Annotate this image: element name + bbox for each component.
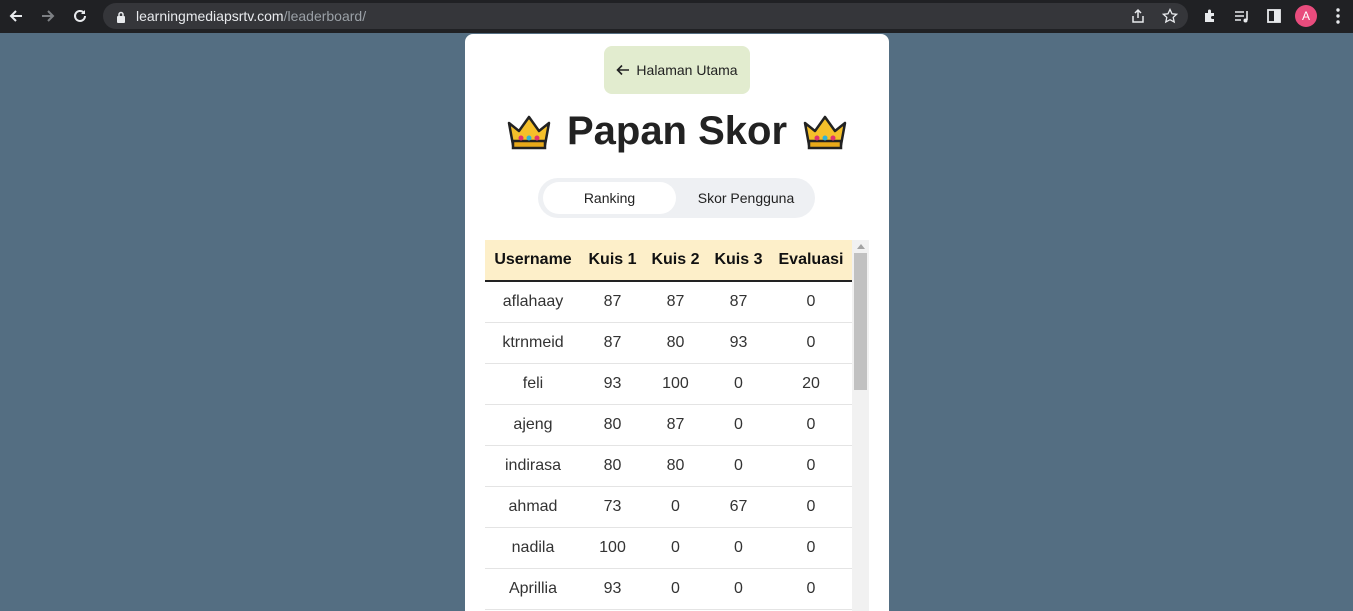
url-text: learningmediapsrtv.com/leaderboard/ xyxy=(136,8,367,24)
table-scrollbar[interactable] xyxy=(852,240,869,611)
score-cell: 0 xyxy=(643,527,707,569)
score-cell: 0 xyxy=(706,363,770,405)
table-row: ajeng 80 87 0 0 xyxy=(485,404,852,446)
score-cell: 93 xyxy=(706,322,770,364)
side-panel-icon[interactable] xyxy=(1263,5,1285,27)
view-toggle: Ranking Skor Pengguna xyxy=(538,178,815,218)
crown-icon xyxy=(507,115,551,150)
username-cell: feli xyxy=(485,363,581,405)
score-cell: 87 xyxy=(706,281,770,323)
leaderboard-card: Halaman Utama Papan Skor Ranking Skor Pe… xyxy=(465,34,889,611)
score-cell: 0 xyxy=(643,486,707,528)
username-cell: ktrnmeid xyxy=(485,322,581,364)
score-cell: 100 xyxy=(581,527,644,569)
column-header: Username xyxy=(485,240,581,282)
table-header-row: Username Kuis 1 Kuis 2 Kuis 3 Evaluasi xyxy=(485,240,852,282)
score-cell: 0 xyxy=(769,404,852,446)
score-cell: 0 xyxy=(769,445,852,487)
address-bar[interactable]: learningmediapsrtv.com/leaderboard/ xyxy=(103,3,1188,29)
scroll-up-arrow-icon[interactable] xyxy=(857,244,865,249)
reload-icon[interactable] xyxy=(69,5,91,27)
score-cell: 80 xyxy=(581,445,644,487)
score-cell: 87 xyxy=(643,281,707,323)
score-cell: 80 xyxy=(643,445,707,487)
score-cell: 80 xyxy=(581,404,644,446)
home-button[interactable]: Halaman Utama xyxy=(604,46,750,94)
score-cell: 0 xyxy=(769,568,852,610)
score-cell: 87 xyxy=(581,281,644,323)
media-control-icon[interactable] xyxy=(1231,5,1253,27)
score-cell: 93 xyxy=(581,568,644,610)
tab-user-scores[interactable]: Skor Pengguna xyxy=(681,182,811,214)
score-cell: 87 xyxy=(581,322,644,364)
score-cell: 0 xyxy=(769,486,852,528)
page-title: Papan Skor xyxy=(566,108,788,153)
profile-avatar[interactable]: A xyxy=(1295,5,1317,27)
share-icon[interactable] xyxy=(1129,7,1147,25)
score-cell: 0 xyxy=(769,281,852,323)
score-cell: 0 xyxy=(769,527,852,569)
extensions-icon[interactable] xyxy=(1199,5,1221,27)
username-cell: aflahaay xyxy=(485,281,581,323)
table-row: aflahaay 87 87 87 0 xyxy=(485,281,852,323)
username-cell: Aprillia xyxy=(485,568,581,610)
table-row: nadila 100 0 0 0 xyxy=(485,527,852,569)
page-title-row: Papan Skor xyxy=(465,108,889,154)
score-cell: 87 xyxy=(643,404,707,446)
scores-table: Username Kuis 1 Kuis 2 Kuis 3 Evaluasi aflah… xyxy=(485,240,852,610)
username-cell: indirasa xyxy=(485,445,581,487)
column-header: Kuis 1 xyxy=(581,240,644,282)
table-row: feli 93 100 0 20 xyxy=(485,363,852,405)
scrollbar-thumb[interactable] xyxy=(854,253,867,390)
score-cell: 100 xyxy=(643,363,707,405)
score-cell: 80 xyxy=(643,322,707,364)
table-body: aflahaay 87 87 87 0 ktrnmeid 87 80 93 0 feli 93 100 0… xyxy=(485,281,852,610)
score-cell: 93 xyxy=(581,363,644,405)
username-cell: ahmad xyxy=(485,486,581,528)
lock-icon xyxy=(116,10,126,28)
table-row: indirasa 80 80 0 0 xyxy=(485,445,852,487)
username-cell: ajeng xyxy=(485,404,581,446)
score-cell: 0 xyxy=(706,568,770,610)
table-row: Aprillia 93 0 0 0 xyxy=(485,568,852,610)
arrow-left-icon xyxy=(616,64,630,76)
column-header: Kuis 3 xyxy=(706,240,770,282)
score-cell: 0 xyxy=(706,445,770,487)
browser-toolbar: learningmediapsrtv.com/leaderboard/ A xyxy=(0,0,1353,33)
bookmark-star-icon[interactable] xyxy=(1161,7,1179,25)
score-cell: 0 xyxy=(643,568,707,610)
score-cell: 0 xyxy=(769,322,852,364)
table-row: ahmad 73 0 67 0 xyxy=(485,486,852,528)
column-header: Kuis 2 xyxy=(643,240,707,282)
score-cell: 20 xyxy=(769,363,852,405)
home-button-label: Halaman Utama xyxy=(636,62,738,78)
menu-kebab-icon[interactable] xyxy=(1327,5,1349,27)
back-icon[interactable] xyxy=(5,5,27,27)
crown-icon xyxy=(803,115,847,150)
column-header: Evaluasi xyxy=(769,240,852,282)
score-cell: 0 xyxy=(706,404,770,446)
username-cell: nadila xyxy=(485,527,581,569)
score-cell: 0 xyxy=(706,527,770,569)
scores-table-container: Username Kuis 1 Kuis 2 Kuis 3 Evaluasi aflah… xyxy=(485,240,869,611)
forward-icon[interactable] xyxy=(37,5,59,27)
tab-ranking[interactable]: Ranking xyxy=(543,182,676,214)
score-cell: 67 xyxy=(706,486,770,528)
table-row: ktrnmeid 87 80 93 0 xyxy=(485,322,852,364)
score-cell: 73 xyxy=(581,486,644,528)
